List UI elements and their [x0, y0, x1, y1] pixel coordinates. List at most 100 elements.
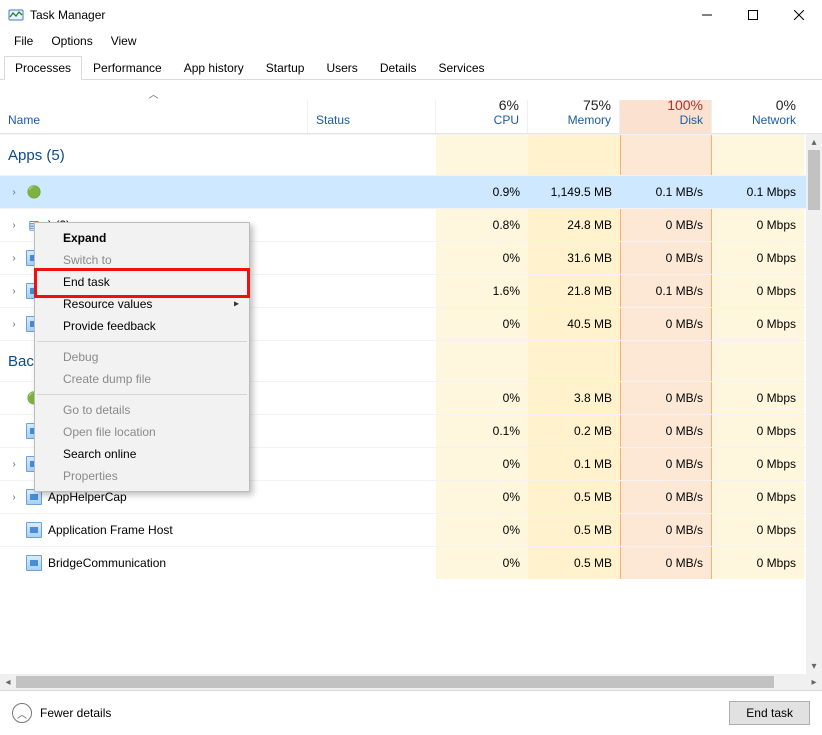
chevron-right-icon: › [8, 319, 20, 330]
mem-value: 24.8 MB [528, 209, 620, 241]
maximize-button[interactable] [730, 0, 776, 30]
col-disk-pct: 100% [628, 97, 703, 113]
process-name: AppHelperCap [48, 490, 127, 504]
scroll-down-icon[interactable]: ▾ [806, 658, 822, 674]
mem-value: 31.6 MB [528, 242, 620, 274]
net-value: 0 Mbps [712, 514, 804, 546]
fewer-details-label[interactable]: Fewer details [40, 706, 111, 720]
col-net-pct: 0% [720, 97, 796, 113]
col-cpu[interactable]: 6% CPU [436, 100, 528, 133]
scroll-thumb[interactable] [808, 150, 820, 210]
close-button[interactable] [776, 0, 822, 30]
mem-value: 0.5 MB [528, 514, 620, 546]
section-bg-label: Bac [8, 353, 34, 370]
scroll-track[interactable] [806, 150, 822, 658]
disk-value: 0.1 MB/s [620, 275, 712, 307]
table-row[interactable]: ›🟢 0.9% 1,149.5 MB 0.1 MB/s 0.1 Mbps [0, 175, 806, 208]
mem-value: 21.8 MB [528, 275, 620, 307]
mem-value: 1,149.5 MB [528, 176, 620, 208]
process-icon [26, 555, 42, 571]
col-status-label: Status [316, 113, 427, 127]
task-manager-icon [8, 7, 24, 23]
col-mem-pct: 75% [536, 97, 611, 113]
cpu-value: 0% [436, 382, 528, 414]
net-value: 0 Mbps [712, 382, 804, 414]
ctx-expand[interactable]: Expand [35, 227, 249, 249]
chevron-right-icon: › [8, 459, 20, 470]
chevron-right-icon: › [8, 253, 20, 264]
tab-app-history[interactable]: App history [173, 56, 255, 79]
menu-view[interactable]: View [103, 32, 145, 50]
cpu-value: 0.1% [436, 415, 528, 447]
table-row[interactable]: Application Frame Host 0% 0.5 MB 0 MB/s … [0, 513, 806, 546]
process-icon [26, 522, 42, 538]
scroll-left-icon[interactable]: ◂ [0, 674, 16, 690]
menu-file[interactable]: File [6, 32, 41, 50]
net-value: 0 Mbps [712, 481, 804, 513]
chevron-right-icon: › [8, 220, 20, 231]
mem-value: 0.2 MB [528, 415, 620, 447]
col-cpu-label: CPU [444, 113, 519, 127]
tab-startup[interactable]: Startup [255, 56, 316, 79]
disk-value: 0 MB/s [620, 382, 712, 414]
col-mem-label: Memory [536, 113, 611, 127]
ctx-search-online[interactable]: Search online [35, 443, 249, 465]
ctx-separator [37, 394, 247, 395]
col-status[interactable]: Status [308, 100, 436, 133]
ctx-create-dump: Create dump file [35, 368, 249, 390]
minimize-button[interactable] [684, 0, 730, 30]
chevron-right-icon: › [8, 187, 20, 198]
net-value: 0 Mbps [712, 209, 804, 241]
ctx-switch-to: Switch to [35, 249, 249, 271]
cpu-value: 0.8% [436, 209, 528, 241]
vertical-scrollbar[interactable]: ▴ ▾ [806, 134, 822, 674]
window-title: Task Manager [30, 8, 105, 22]
process-icon: 🟢 [26, 184, 42, 200]
disk-value: 0 MB/s [620, 308, 712, 340]
tab-users[interactable]: Users [315, 56, 368, 79]
ctx-provide-feedback[interactable]: Provide feedback [35, 315, 249, 337]
col-memory[interactable]: 75% Memory [528, 100, 620, 133]
disk-value: 0 MB/s [620, 547, 712, 579]
chevron-up-icon: ︿ [17, 706, 27, 721]
tab-performance[interactable]: Performance [82, 56, 173, 79]
tabstrip: Processes Performance App history Startu… [0, 52, 822, 80]
col-disk[interactable]: 100% Disk [620, 100, 712, 133]
net-value: 0 Mbps [712, 242, 804, 274]
scroll-track-h[interactable] [16, 674, 806, 690]
tab-details[interactable]: Details [369, 56, 428, 79]
net-value: 0 Mbps [712, 415, 804, 447]
process-name: BridgeCommunication [48, 556, 166, 570]
titlebar: Task Manager [0, 0, 822, 30]
col-network[interactable]: 0% Network [712, 100, 804, 133]
disk-value: 0.1 MB/s [620, 176, 712, 208]
end-task-button[interactable]: End task [729, 701, 810, 725]
disk-value: 0 MB/s [620, 415, 712, 447]
section-apps[interactable]: Apps (5) [0, 134, 806, 175]
minimize-icon [702, 10, 712, 20]
horizontal-scrollbar[interactable]: ◂ ▸ [0, 674, 822, 690]
ctx-resource-values-label: Resource values [63, 297, 152, 311]
menubar: File Options View [0, 30, 822, 52]
ctx-separator [37, 341, 247, 342]
menu-options[interactable]: Options [43, 32, 100, 50]
cpu-value: 0% [436, 547, 528, 579]
table-row[interactable]: BridgeCommunication 0% 0.5 MB 0 MB/s 0 M… [0, 546, 806, 579]
section-apps-label: Apps (5) [8, 147, 65, 164]
col-disk-label: Disk [628, 113, 703, 127]
tab-processes[interactable]: Processes [4, 56, 82, 80]
mem-value: 40.5 MB [528, 308, 620, 340]
scroll-up-icon[interactable]: ▴ [806, 134, 822, 150]
tab-services[interactable]: Services [428, 56, 496, 79]
ctx-debug: Debug [35, 346, 249, 368]
col-cpu-pct: 6% [444, 97, 519, 113]
footer: ︿ Fewer details End task [0, 690, 822, 735]
ctx-resource-values[interactable]: Resource values ▸ [35, 293, 249, 315]
col-name[interactable]: ︿ Name [0, 100, 308, 133]
mem-value: 0.1 MB [528, 448, 620, 480]
scroll-thumb-h[interactable] [16, 676, 774, 688]
scroll-right-icon[interactable]: ▸ [806, 674, 822, 690]
disk-value: 0 MB/s [620, 448, 712, 480]
fewer-details-toggle[interactable]: ︿ [12, 703, 32, 723]
ctx-end-task[interactable]: End task [35, 271, 249, 293]
